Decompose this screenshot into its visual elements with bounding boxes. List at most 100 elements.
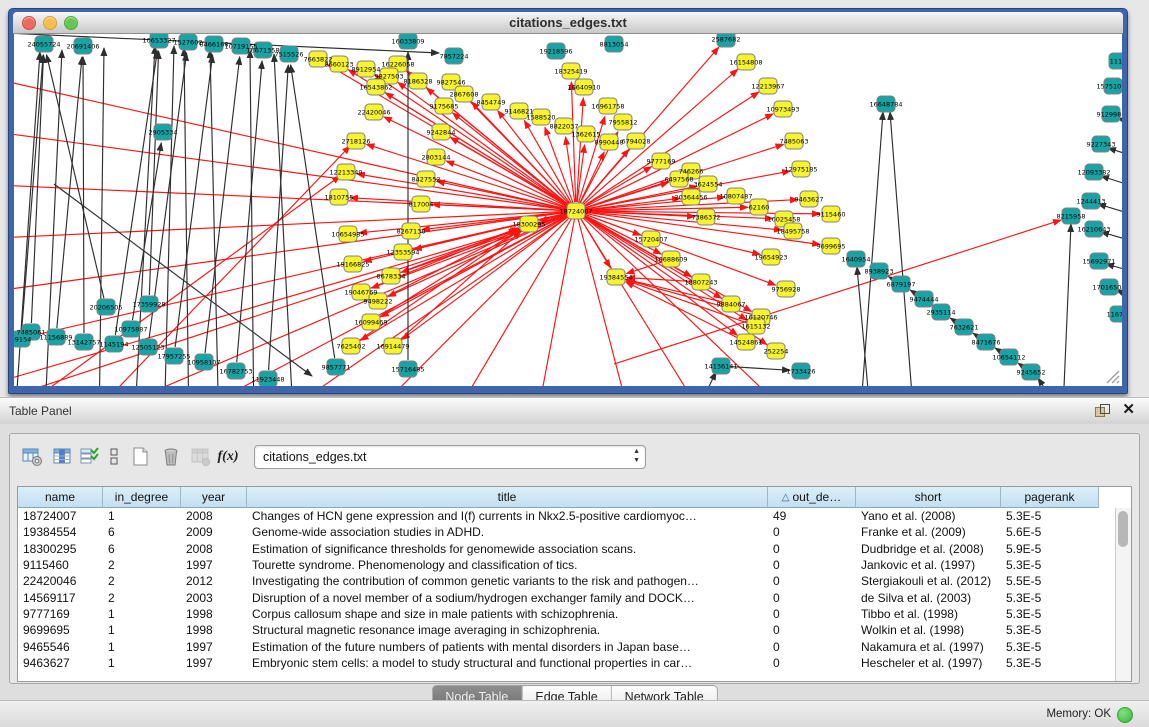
graph-node-label: 2905334 — [149, 129, 178, 137]
table-row[interactable]: 1938455462009Genome-wide association stu… — [18, 524, 1131, 540]
row-height-button[interactable] — [102, 444, 126, 470]
graph-edge[interactable] — [83, 57, 84, 333]
resize-grip-icon[interactable] — [1105, 369, 1121, 385]
table-settings-button[interactable] — [18, 444, 48, 470]
cell-short: Jankovic et al. (1997) — [856, 557, 1001, 573]
graph-node-label: 8471676 — [972, 339, 1001, 347]
table-row[interactable]: 1830029562008Estimation of significance … — [18, 541, 1131, 557]
graph-node-label: 10654112 — [992, 354, 1025, 362]
graph-edge[interactable] — [890, 112, 915, 386]
table-row[interactable]: 2242004622012Investigating the contribut… — [18, 573, 1131, 589]
window-minimize-button[interactable] — [43, 16, 57, 30]
network-canvas[interactable]: 1872400786601238912954162260589827503165… — [14, 34, 1122, 386]
cell-name: 9463627 — [18, 655, 103, 671]
table-row[interactable]: 1872400712008Changes of HCN gene express… — [18, 508, 1131, 524]
window-zoom-button[interactable] — [64, 16, 78, 30]
graph-edge[interactable] — [14, 211, 576, 294]
graph-node-label: 8267130 — [397, 228, 426, 236]
scrollbar-thumb[interactable] — [1118, 511, 1128, 547]
graph-node-label: 9115460 — [817, 211, 846, 219]
graph-node-label: 746266 — [679, 168, 704, 176]
graph-node-label: 1615132 — [742, 323, 771, 331]
graph-node-label: 12975185 — [784, 166, 817, 174]
graph-edge[interactable] — [402, 216, 569, 339]
cell-title: Changes of HCN gene expression and I(f) … — [247, 508, 768, 524]
column-header-in-degree[interactable]: in_degree — [103, 487, 181, 508]
graph-node-label: 16120746 — [744, 314, 777, 322]
table-row[interactable]: 977716911998Corpus callosum shape and si… — [18, 606, 1131, 622]
cell-in-degree: 2 — [103, 573, 181, 589]
table-row[interactable]: 911546021997Tourette syndrome. Phenomeno… — [18, 557, 1131, 573]
graph-edge[interactable] — [99, 48, 104, 386]
graph-edge[interactable] — [1062, 224, 1071, 386]
graph-node-label: 14136141 — [704, 363, 737, 371]
cell-name: 9115460 — [18, 557, 103, 573]
delete-table-button[interactable] — [186, 444, 216, 470]
graph-edge[interactable] — [47, 55, 104, 299]
cell-name: 22420046 — [18, 573, 103, 589]
graph-edge[interactable] — [1106, 264, 1122, 280]
graph-edge[interactable] — [57, 57, 82, 328]
cell-out-de-: 0 — [768, 655, 856, 671]
graph-edge[interactable] — [250, 50, 254, 386]
table-chooser-select[interactable]: citations_edges.txt ▲▼ — [254, 445, 646, 469]
network-graph[interactable]: 1872400786601238912954162260589827503165… — [14, 34, 1122, 386]
table-row[interactable]: 1456911722003Disruption of a novel membe… — [18, 589, 1131, 605]
graph-edge[interactable] — [730, 367, 790, 371]
graph-node-label: 19166825 — [336, 261, 369, 269]
vertical-scrollbar[interactable] — [1115, 508, 1131, 681]
window-close-button[interactable] — [22, 16, 36, 30]
graph-edge[interactable] — [14, 211, 576, 239]
graph-node-label: 12213967 — [751, 83, 784, 91]
cell-pagerank: 5.3E-5 — [1001, 655, 1099, 671]
graph-node-label: 7515526 — [275, 51, 304, 59]
graph-edge[interactable] — [686, 372, 716, 386]
close-panel-icon[interactable]: ✕ — [1122, 401, 1135, 419]
table-row[interactable]: 946554611997Estimation of the future num… — [18, 638, 1131, 654]
graph-edge[interactable] — [14, 211, 576, 349]
graph-node-label: 10653327 — [142, 37, 175, 45]
show-columns-button[interactable] — [48, 444, 78, 470]
graph-node-label: 16961758 — [591, 103, 624, 111]
cell-short: Wolkin et al. (1998) — [856, 622, 1001, 638]
network-window-titlebar[interactable]: citations_edges.txt — [13, 12, 1123, 34]
graph-node-label: 15720407 — [634, 236, 667, 244]
graph-edge[interactable] — [237, 61, 262, 362]
column-header-year[interactable]: year — [181, 487, 247, 508]
create-column-button[interactable] — [126, 444, 156, 470]
column-header-name[interactable]: name — [18, 487, 103, 508]
graph-node-label: 12093382 — [1077, 169, 1110, 177]
graph-node-label: 252254 — [764, 348, 789, 356]
graph-edge[interactable] — [1101, 232, 1122, 250]
graph-edge[interactable] — [366, 144, 567, 208]
graph-edge[interactable] — [210, 50, 219, 386]
graph-edge[interactable] — [626, 282, 738, 338]
column-header-title[interactable]: title — [247, 487, 768, 508]
cell-out-de-: 0 — [768, 573, 856, 589]
row-select-button[interactable] — [78, 444, 102, 470]
graph-edge[interactable] — [1101, 176, 1122, 196]
graph-edge[interactable] — [184, 48, 189, 386]
column-header-short[interactable]: short — [856, 487, 1001, 508]
delete-column-button[interactable] — [156, 444, 186, 470]
cell-out-de-: 0 — [768, 589, 856, 605]
graph-edge[interactable] — [859, 112, 883, 386]
column-header-pagerank[interactable]: pagerank — [1001, 487, 1099, 508]
graph-node-label: 16543862 — [359, 84, 392, 92]
table-row[interactable]: 969969511998Structural magnetic resonanc… — [18, 622, 1131, 638]
graph-edge[interactable] — [1038, 378, 1074, 386]
graph-node-label: 9498222 — [364, 298, 393, 306]
graph-edge[interactable] — [576, 211, 634, 386]
graph-node-label: 8678334 — [377, 273, 406, 281]
graph-edge[interactable] — [269, 65, 289, 370]
float-panel-icon[interactable] — [1095, 404, 1109, 417]
graph-edge[interactable] — [577, 98, 584, 202]
graph-node-label: 8990448 — [595, 139, 624, 147]
function-builder-button[interactable]: f(x) — [216, 444, 240, 470]
graph-edge[interactable] — [1098, 204, 1122, 224]
column-header-out-de-[interactable]: △out_de… — [768, 487, 856, 508]
graph-edge[interactable] — [291, 65, 335, 358]
graph-edge[interactable] — [1108, 148, 1122, 166]
graph-node-label: 20206505 — [89, 304, 122, 312]
table-row[interactable]: 946362711997Embryonic stem cells: a mode… — [18, 655, 1131, 671]
